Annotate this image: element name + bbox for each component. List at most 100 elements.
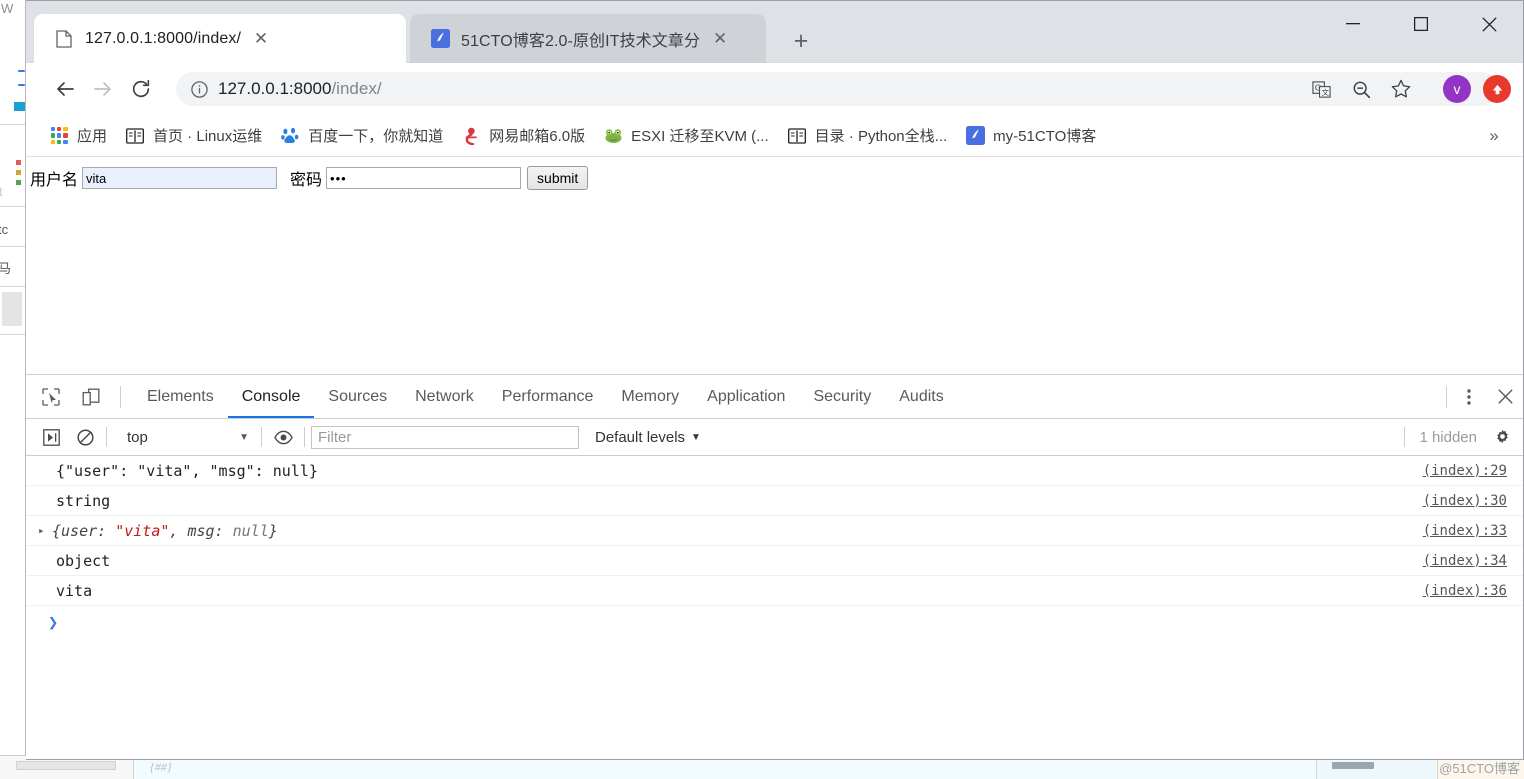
zoom-out-icon[interactable]	[1341, 74, 1381, 104]
log-levels-value: Default levels	[595, 428, 686, 446]
bookmark-label: 百度一下，你就知道	[308, 128, 444, 145]
console-message-source[interactable]: (index):34	[1423, 553, 1507, 569]
browser-tab-1[interactable]: 127.0.0.1:8000/index/ ✕	[34, 14, 406, 63]
bg-bottom-fragment: {##}	[150, 760, 172, 774]
tab-performance[interactable]: Performance	[488, 375, 608, 418]
close-icon[interactable]: ✕	[249, 27, 273, 51]
background-window-left: W t tc 马	[0, 0, 26, 779]
bg-fragment-1: t	[0, 184, 3, 199]
bg-scroll-thumb[interactable]	[2, 292, 22, 326]
console-message-row[interactable]: vita (index):36	[26, 576, 1523, 606]
kebab-menu-icon[interactable]	[1451, 379, 1487, 415]
star-icon[interactable]	[1381, 74, 1421, 104]
netease-icon	[461, 126, 481, 146]
console-message-source[interactable]: (index):30	[1423, 493, 1507, 509]
bookmark-label: 网易邮箱6.0版	[489, 128, 586, 145]
console-message-source[interactable]: (index):36	[1423, 583, 1507, 599]
avatar[interactable]: v	[1443, 75, 1471, 103]
tab-application[interactable]: Application	[693, 375, 799, 418]
console-message-row[interactable]: object (index):34	[26, 546, 1523, 576]
bookmark-netease-mail[interactable]: 网易邮箱6.0版	[452, 121, 594, 151]
51cto-icon	[965, 126, 985, 146]
toolbar-separator-2	[261, 427, 262, 447]
inspect-cursor-icon[interactable]	[36, 382, 66, 412]
chevron-down-icon: ▼	[691, 431, 701, 443]
filter-input[interactable]	[311, 425, 579, 449]
bookmark-label: 目录 · Python全栈...	[814, 128, 948, 145]
close-icon[interactable]	[1487, 379, 1523, 415]
gear-icon[interactable]	[1487, 422, 1517, 452]
username-input[interactable]	[82, 167, 278, 189]
bookmark-my-51cto[interactable]: my-51CTO博客	[956, 121, 1105, 151]
maximize-button[interactable]	[1387, 1, 1455, 47]
bookmark-baidu[interactable]: 百度一下，你就知道	[271, 121, 452, 151]
tab-elements[interactable]: Elements	[133, 375, 228, 418]
bb-marker	[1332, 762, 1374, 769]
hidden-messages-count: 1 hidden	[1419, 428, 1477, 446]
expand-arrow-icon[interactable]: ▸	[38, 524, 52, 537]
bookmark-apps[interactable]: 应用	[40, 121, 116, 151]
password-input[interactable]	[326, 167, 522, 189]
object-suffix: }	[268, 521, 278, 540]
forward-button[interactable]	[84, 70, 122, 108]
51cto-icon	[430, 29, 450, 49]
update-arrow-icon[interactable]	[1483, 75, 1511, 103]
tab-title: 127.0.0.1:8000/index/	[85, 29, 242, 47]
tab-audits[interactable]: Audits	[885, 375, 957, 418]
tab-memory[interactable]: Memory	[607, 375, 693, 418]
reload-button[interactable]	[122, 70, 160, 108]
bookmark-python-catalog[interactable]: 目录 · Python全栈...	[778, 121, 957, 151]
book-icon	[787, 126, 807, 146]
log-levels-select[interactable]: Default levels ▼	[589, 425, 707, 449]
console-message-text: object	[56, 551, 111, 570]
toolbar-separator-4	[1404, 427, 1406, 447]
execution-context-value: top	[127, 428, 148, 446]
devtools-panel: Elements Console Sources Network Perform…	[26, 374, 1523, 759]
tab-console[interactable]: Console	[228, 375, 315, 418]
translate-icon[interactable]: G 文	[1301, 74, 1341, 104]
bookmarks-overflow-button[interactable]: »	[1481, 123, 1507, 149]
submit-button[interactable]: submit	[527, 166, 589, 190]
bookmark-esxi-kvm[interactable]: ESXI 迁移至KVM (...	[594, 121, 778, 151]
new-tab-button[interactable]: +	[786, 26, 816, 56]
device-toggle-icon[interactable]	[76, 382, 106, 412]
execution-context-select[interactable]: top ▼	[119, 425, 255, 449]
info-circle-icon[interactable]	[188, 78, 210, 100]
live-expression-icon[interactable]	[268, 422, 298, 452]
bb-field	[16, 761, 116, 770]
console-message-source[interactable]: (index):29	[1423, 463, 1507, 479]
address-bar-url: 127.0.0.1:8000/index/	[218, 79, 382, 99]
bookmarks-bar: 应用 首页 · Linux运维 百度一下，你就知道 网易邮箱6.0版 ESXI …	[26, 115, 1523, 157]
console-message-source[interactable]: (index):33	[1423, 523, 1507, 539]
bg-dot-2	[18, 84, 25, 86]
object-middle: , msg:	[169, 521, 233, 540]
bookmark-label: my-51CTO博客	[993, 128, 1097, 145]
back-button[interactable]	[46, 70, 84, 108]
console-message-text: {"user": "vita", "msg": null}	[56, 461, 318, 480]
bookmark-linux-home[interactable]: 首页 · Linux运维	[116, 121, 271, 151]
frog-icon	[603, 126, 623, 146]
chevron-down-icon: ▼	[239, 431, 249, 443]
console-message-row[interactable]: string (index):30	[26, 486, 1523, 516]
close-icon[interactable]: ✕	[708, 27, 732, 51]
tab-sources[interactable]: Sources	[314, 375, 401, 418]
clear-console-icon[interactable]	[70, 422, 100, 452]
console-toolbar: top ▼ Default levels ▼ 1 hidden	[26, 419, 1523, 456]
console-prompt[interactable]: ❯	[26, 606, 1523, 640]
tab-security[interactable]: Security	[799, 375, 885, 418]
browser-tab-2[interactable]: 51CTO博客2.0-原创IT技术文章分 ✕	[410, 14, 766, 63]
bg-highlight	[14, 102, 25, 111]
console-message-text: string	[56, 491, 111, 510]
bg-fragment-2: tc	[0, 222, 9, 237]
execution-context-icon[interactable]	[36, 422, 66, 452]
bookmark-label: 首页 · Linux运维	[153, 128, 263, 145]
object-prefix: {user:	[52, 521, 116, 540]
bookmark-label: 应用	[77, 128, 108, 145]
console-message-list: {"user": "vita", "msg": null} (index):29…	[26, 456, 1523, 759]
console-message-row[interactable]: {"user": "vita", "msg": null} (index):29	[26, 456, 1523, 486]
tab-network[interactable]: Network	[401, 375, 488, 418]
bg-sq-red	[16, 160, 21, 165]
console-message-row[interactable]: ▸ {user: "vita", msg: null} (index):33	[26, 516, 1523, 546]
close-button[interactable]	[1455, 1, 1523, 47]
minimize-button[interactable]	[1319, 1, 1387, 47]
